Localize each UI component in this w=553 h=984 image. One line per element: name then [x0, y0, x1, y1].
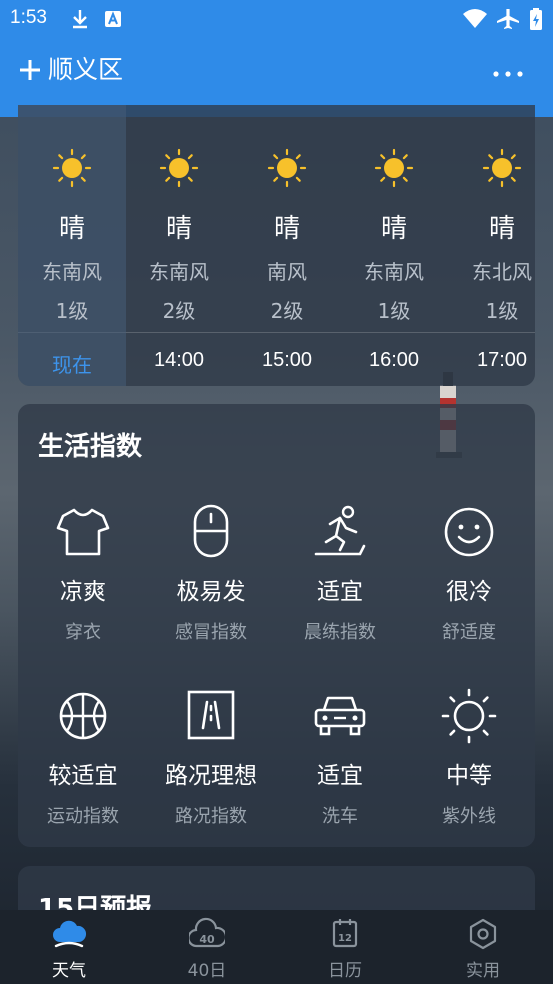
hour-condition: 晴 [58, 214, 85, 244]
hour-time: 17:00 [476, 349, 528, 371]
index-label: 舒适度 [442, 622, 496, 643]
plus-icon[interactable] [14, 54, 46, 86]
status-bar: 1:53 [0, 0, 553, 38]
title-bar: 顺义区 [0, 44, 553, 100]
hour-wind: 东南风 [149, 260, 209, 284]
svg-text:40: 40 [199, 933, 215, 946]
hour-condition: 晴 [488, 214, 515, 244]
index-label: 紫外线 [442, 806, 496, 827]
hour-column[interactable]: 晴 东南风 1级 16:00 [340, 105, 448, 386]
index-value: 极易发 [176, 579, 246, 605]
index-item-clothing[interactable]: 凉爽 穿衣 [18, 504, 148, 644]
car-icon [314, 696, 366, 736]
index-item-road[interactable]: 路况理想 路况指数 [146, 688, 276, 828]
battery-icon [530, 8, 542, 30]
capsule-icon [193, 504, 229, 558]
hour-wind: 东北风 [472, 260, 532, 284]
hexagon-icon [469, 918, 497, 950]
sun-icon [52, 148, 92, 188]
hour-wind: 南风 [267, 260, 307, 284]
index-value: 适宜 [317, 763, 363, 789]
uv-sun-icon [441, 688, 497, 744]
nav-tools[interactable]: 实用 [414, 910, 552, 984]
hourly-forecast-card[interactable]: 晴 东南风 1级 现在 晴 东南风 2级 14:00 晴 南风 2级 15:00… [18, 105, 535, 386]
index-value: 路况理想 [165, 763, 257, 789]
hour-wind: 东南风 [364, 260, 424, 284]
index-item-morning-exercise[interactable]: 适宜 晨练指数 [275, 504, 405, 644]
index-label: 感冒指数 [175, 622, 247, 643]
basketball-icon [59, 692, 107, 740]
airplane-icon [497, 9, 519, 29]
sun-icon [159, 148, 199, 188]
life-index-card: 生活指数 凉爽 穿衣 极易发 感冒指数 适宜 晨练指数 很冷 舒适度 较适宜 运… [18, 404, 535, 847]
hour-wind-level: 1级 [485, 299, 519, 323]
hour-condition: 晴 [273, 214, 300, 244]
hour-condition: 晴 [380, 214, 407, 244]
hour-condition: 晴 [165, 214, 192, 244]
index-value: 中等 [446, 763, 492, 789]
index-item-sport[interactable]: 较适宜 运动指数 [18, 688, 148, 828]
running-icon [314, 505, 366, 556]
index-item-cold[interactable]: 极易发 感冒指数 [146, 504, 276, 644]
hour-column[interactable]: 晴 东南风 2级 14:00 [125, 105, 233, 386]
nav-label: 日历 [328, 961, 362, 981]
status-time: 1:53 [10, 7, 47, 28]
hour-time: 现在 [52, 355, 92, 377]
hour-column-now[interactable]: 晴 东南风 1级 现在 [18, 105, 126, 386]
index-item-uv[interactable]: 中等 紫外线 [404, 688, 534, 828]
index-label: 洗车 [322, 806, 358, 827]
index-label: 运动指数 [47, 806, 119, 827]
app-bar: 1:53 顺义区 [0, 0, 553, 117]
hour-column[interactable]: 晴 东北风 1级 17:00 [448, 105, 535, 386]
index-item-car-wash[interactable]: 适宜 洗车 [275, 688, 405, 828]
hour-wind-level: 2级 [270, 299, 304, 323]
hour-wind-level: 1级 [55, 299, 89, 323]
hour-wind-level: 1级 [377, 299, 411, 323]
hour-wind: 东南风 [42, 260, 102, 284]
calendar-icon: 12 [332, 919, 358, 948]
nav-label: 40日 [187, 961, 227, 981]
download-icon [73, 10, 87, 29]
more-horizontal-icon[interactable] [488, 56, 528, 88]
sun-icon [267, 148, 307, 188]
calendar-day: 12 [338, 933, 352, 944]
index-value: 适宜 [317, 579, 363, 605]
index-label: 晨练指数 [304, 622, 376, 643]
index-value: 较适宜 [48, 763, 118, 789]
index-value: 很冷 [446, 579, 492, 605]
hour-wind-level: 2级 [162, 299, 196, 323]
hour-column[interactable]: 晴 南风 2级 15:00 [233, 105, 341, 386]
sun-icon [374, 148, 414, 188]
hour-time: 14:00 [153, 349, 205, 371]
nav-label: 天气 [52, 961, 86, 981]
index-label: 路况指数 [175, 806, 247, 827]
font-a-icon [105, 11, 121, 27]
index-value: 凉爽 [60, 579, 106, 605]
hour-time: 15:00 [261, 349, 313, 371]
cloud-icon [53, 920, 87, 948]
tshirt-icon [56, 508, 110, 556]
nav-weather[interactable]: 天气 [0, 910, 138, 984]
bottom-navigation: 天气 40 40日 12 日历 实用 [0, 910, 553, 984]
index-label: 穿衣 [65, 622, 101, 643]
index-item-comfort[interactable]: 很冷 舒适度 [404, 504, 534, 644]
life-index-title: 生活指数 [38, 432, 143, 462]
forty-day-icon: 40 [189, 917, 225, 948]
hour-time: 16:00 [368, 349, 420, 371]
location-name[interactable]: 顺义区 [48, 54, 123, 86]
sun-icon [482, 148, 522, 188]
nav-calendar[interactable]: 12 日历 [276, 910, 414, 984]
smiley-icon [444, 507, 494, 557]
wifi-icon [463, 9, 487, 28]
road-icon [187, 690, 235, 740]
nav-label: 实用 [466, 961, 500, 981]
nav-40day[interactable]: 40 40日 [138, 910, 276, 984]
